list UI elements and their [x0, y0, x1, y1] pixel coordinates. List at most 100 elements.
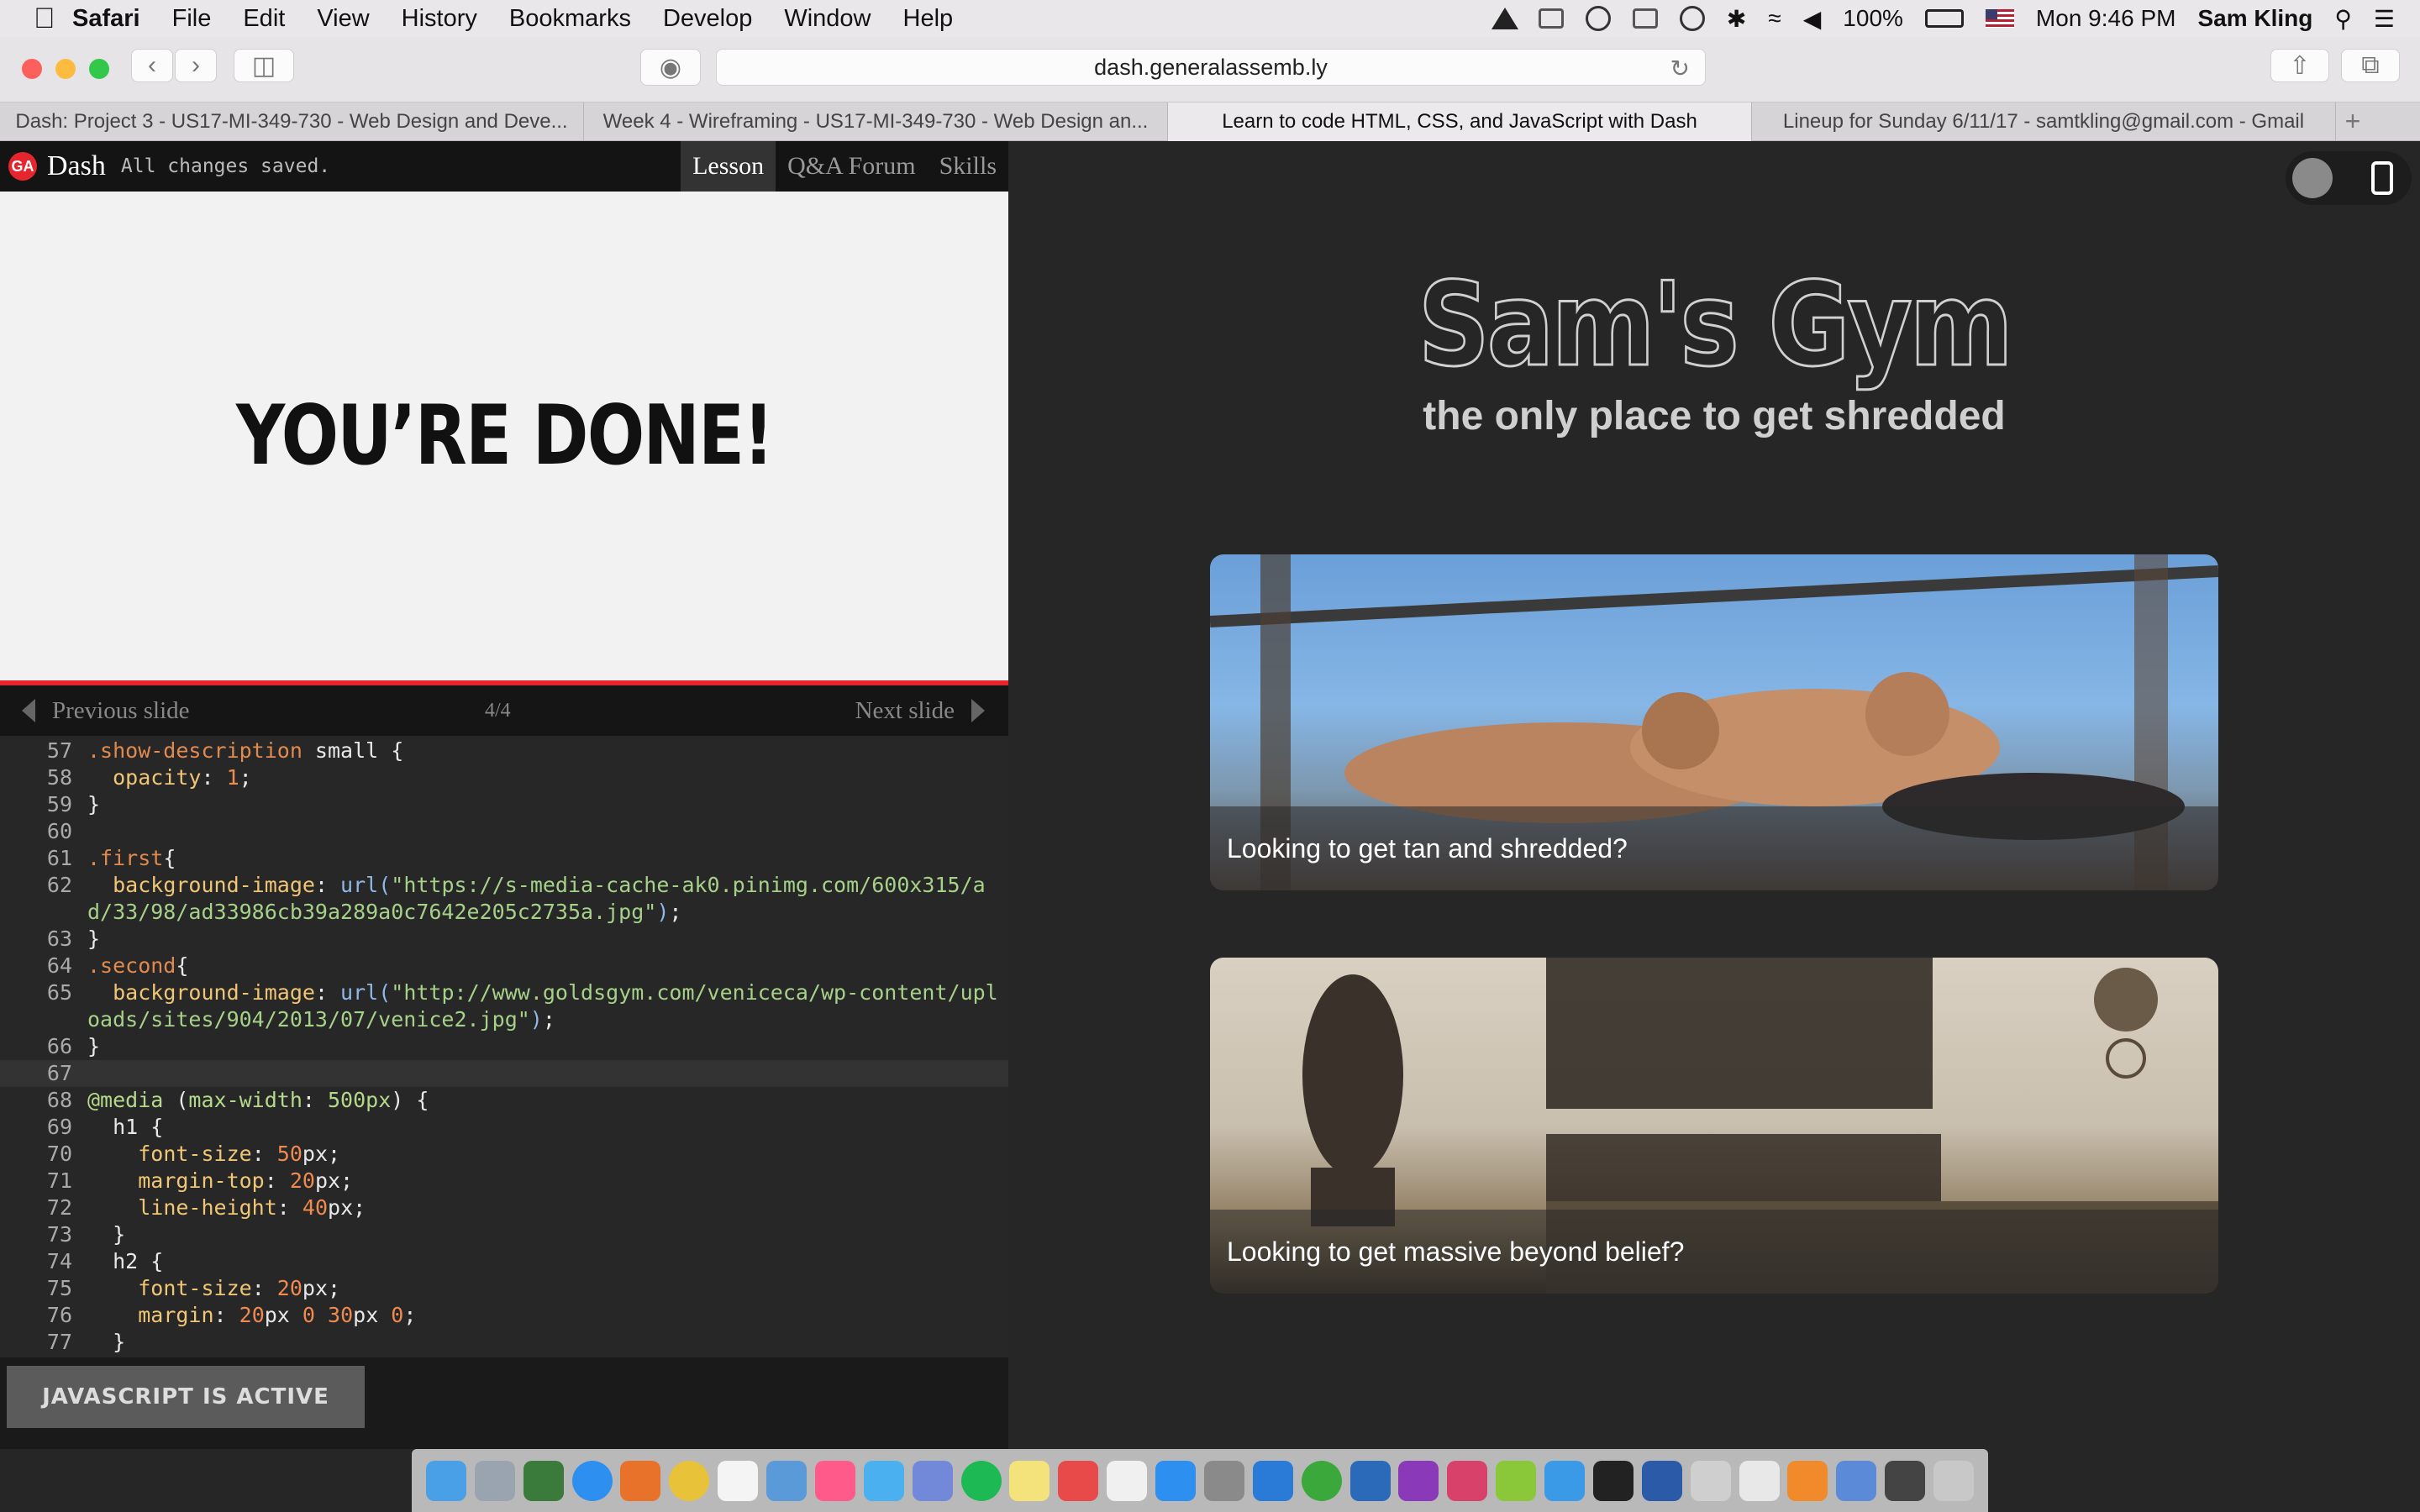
code-line[interactable]: 58 opacity: 1; [0, 764, 1008, 791]
menu-bookmarks[interactable]: Bookmarks [509, 5, 631, 33]
menu-file[interactable]: File [172, 5, 212, 33]
search-icon[interactable]: ⚲ [2334, 5, 2352, 33]
code-line[interactable]: 71 margin-top: 20px; [0, 1168, 1008, 1194]
code-line[interactable]: 64 .second{ [0, 953, 1008, 979]
tab-gmail[interactable]: Lineup for Sunday 6/11/17 - samtkling@gm… [1752, 102, 2336, 141]
screen-icon[interactable] [1885, 1460, 1926, 1501]
menu-view[interactable]: View [317, 5, 369, 33]
virtualbox-icon[interactable] [1641, 1460, 1682, 1501]
app-store-icon[interactable] [1155, 1460, 1197, 1501]
system-preferences-icon[interactable] [1203, 1460, 1244, 1501]
time-machine-icon[interactable] [1679, 6, 1705, 31]
new-tab-button[interactable]: + [2336, 102, 2370, 140]
menu-window[interactable]: Window [784, 5, 871, 33]
tab-dash-project[interactable]: Dash: Project 3 - US17-MI-349-730 - Web … [0, 102, 584, 141]
messages-icon[interactable] [863, 1460, 904, 1501]
code-line[interactable]: 73 } [0, 1221, 1008, 1248]
flag-icon[interactable] [1985, 9, 2014, 28]
sidebar-button[interactable]: ◫ [234, 49, 294, 82]
volume-icon[interactable]: ◀ [1803, 5, 1822, 33]
display-icon[interactable] [1538, 8, 1564, 29]
notes-icon[interactable] [1009, 1460, 1050, 1501]
extension-button[interactable]: ◉ [640, 49, 701, 86]
dash-brand[interactable]: Dash [47, 150, 106, 182]
sublime-icon[interactable] [1787, 1460, 1828, 1501]
back-button[interactable]: ‹ [131, 49, 173, 82]
phone-icon[interactable] [2371, 161, 2393, 195]
code-line[interactable]: 67 [0, 1060, 1008, 1087]
nav-skills[interactable]: Skills [928, 141, 1008, 192]
tab-wireframing[interactable]: Week 4 - Wireframing - US17-MI-349-730 -… [584, 102, 1168, 141]
textedit-icon[interactable] [1107, 1460, 1148, 1501]
user-name[interactable]: Sam Kling [2197, 5, 2312, 32]
activity-icon[interactable] [1301, 1460, 1342, 1501]
menu-help[interactable]: Help [903, 5, 954, 33]
ga-logo[interactable]: GA [8, 152, 37, 181]
nav-qa-forum[interactable]: Q&A Forum [776, 141, 928, 192]
vscode-icon[interactable] [1252, 1460, 1293, 1501]
bluetooth-icon[interactable]: ✱ [1727, 5, 1746, 33]
photo-booth-icon[interactable] [1058, 1460, 1099, 1501]
next-slide-button[interactable]: Next slide [855, 697, 985, 725]
notification-icon[interactable] [1491, 6, 1518, 31]
zoom-window-button[interactable] [89, 59, 109, 79]
menu-develop[interactable]: Develop [663, 5, 752, 33]
code-line[interactable]: 61 .first{ [0, 845, 1008, 872]
list-icon[interactable]: ☰ [2374, 5, 2395, 33]
sync-icon[interactable] [1585, 6, 1611, 31]
xcode-icon[interactable] [1544, 1460, 1586, 1501]
card-massive[interactable]: Looking to get massive beyond belief? [1210, 958, 2218, 1294]
code-line[interactable]: 69 h1 { [0, 1114, 1008, 1141]
code-line[interactable]: 77 } [0, 1329, 1008, 1356]
firefox-icon[interactable] [620, 1460, 661, 1501]
spotify-icon[interactable] [960, 1460, 1002, 1501]
previous-slide-button[interactable]: Previous slide [22, 697, 190, 725]
menu-extra-icon[interactable] [1632, 8, 1658, 29]
dashboard-icon[interactable] [523, 1460, 564, 1501]
code-line[interactable]: 66} [0, 1033, 1008, 1060]
code-editor[interactable]: 57 .show-description small {58 opacity: 1… [0, 736, 1008, 1357]
downloads-icon[interactable] [1836, 1460, 1877, 1501]
itunes-icon[interactable] [814, 1460, 855, 1501]
reload-icon[interactable]: ↻ [1670, 55, 1690, 82]
menu-history[interactable]: History [402, 5, 477, 33]
code-line[interactable]: 60 [0, 818, 1008, 845]
code-line[interactable]: 74 h2 { [0, 1248, 1008, 1275]
terminal-icon[interactable] [1592, 1460, 1634, 1501]
clock[interactable]: Mon 9:46 PM [2036, 5, 2176, 32]
code-line[interactable]: 57 .show-description small { [0, 738, 1008, 764]
address-bar[interactable]: dash.generalassemb.ly ↻ [716, 49, 1706, 86]
discord-icon[interactable] [912, 1460, 953, 1501]
intellij-icon[interactable] [1447, 1460, 1488, 1501]
code-line[interactable]: 62 background-image: url("https://s-medi… [0, 872, 1008, 926]
tabs-overview-button[interactable]: ⧉ [2341, 49, 2400, 82]
nav-lesson[interactable]: Lesson [681, 141, 776, 192]
preview-icon[interactable] [766, 1460, 808, 1501]
toggle-knob[interactable] [2292, 158, 2333, 198]
code-line[interactable]: 72 line-height: 40px; [0, 1194, 1008, 1221]
launchpad-icon[interactable] [474, 1460, 515, 1501]
javascript-active-button[interactable]: JAVASCRIPT IS ACTIVE [7, 1366, 365, 1428]
slack-icon[interactable] [1739, 1460, 1780, 1501]
battery-percent[interactable]: 100% [1843, 5, 1903, 32]
calendar-icon[interactable] [718, 1460, 759, 1501]
code-line[interactable]: 76 margin: 20px 0 30px 0; [0, 1302, 1008, 1329]
code-line[interactable]: 75 font-size: 20px; [0, 1275, 1008, 1302]
preview2-icon[interactable] [1690, 1460, 1731, 1501]
battery-icon[interactable] [1924, 9, 1964, 28]
tab-dash-learn[interactable]: Learn to code HTML, CSS, and JavaScript … [1168, 102, 1752, 141]
device-toggle[interactable] [2286, 151, 2412, 205]
minimize-window-button[interactable] [55, 59, 76, 79]
menu-edit[interactable]: Edit [243, 5, 285, 33]
code-line[interactable]: 70 font-size: 50px; [0, 1141, 1008, 1168]
android-studio-icon[interactable] [1496, 1460, 1537, 1501]
menu-app-safari[interactable]: Safari [72, 5, 140, 33]
code-line[interactable]: 65 background-image: url("http://www.gol… [0, 979, 1008, 1033]
trash-icon[interactable] [1933, 1460, 1975, 1501]
r-icon[interactable] [1349, 1460, 1391, 1501]
phpstorm-icon[interactable] [1398, 1460, 1439, 1501]
close-window-button[interactable] [22, 59, 42, 79]
code-line[interactable]: 63} [0, 926, 1008, 953]
share-button[interactable]: ⇧ [2270, 49, 2329, 82]
apple-icon[interactable]:  [0, 3, 55, 35]
